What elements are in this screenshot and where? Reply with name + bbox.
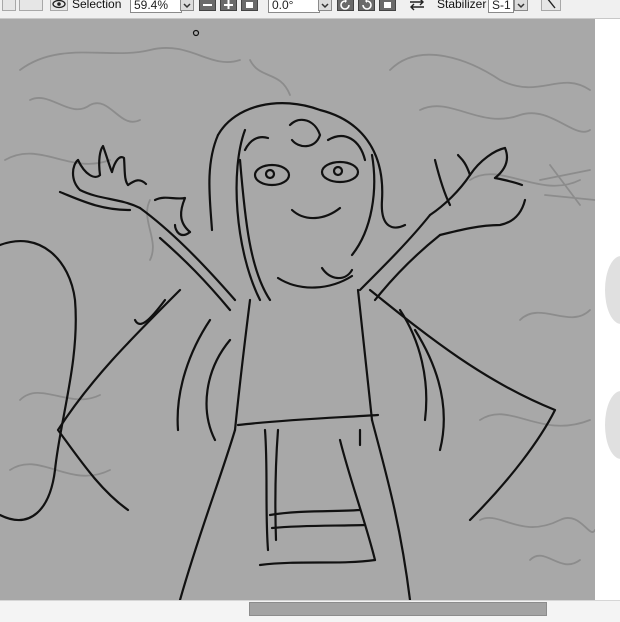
flip-button[interactable]: [407, 0, 427, 11]
stabilizer-label: Stabilizer: [437, 0, 487, 11]
zoom-in-button[interactable]: [220, 0, 237, 11]
drawing-canvas[interactable]: [0, 19, 595, 600]
side-panel-shapes: [605, 256, 620, 459]
square-icon: [246, 2, 253, 8]
zoom-fit-button[interactable]: [241, 0, 258, 11]
stabilizer-field[interactable]: S-1: [488, 0, 514, 13]
chevron-down-icon: [517, 3, 525, 9]
side-panel-edge: [595, 19, 620, 600]
pen-icon: [547, 0, 556, 9]
eye-button[interactable]: [50, 0, 68, 11]
pen-tool-button[interactable]: [541, 0, 561, 11]
zoom-field[interactable]: 59.4%: [130, 0, 182, 13]
chevron-down-icon: [321, 3, 329, 9]
chevron-down-icon: [183, 3, 191, 9]
sketch-artwork: [0, 29, 595, 600]
eye-icon: [52, 0, 66, 9]
rotate-left-icon: [340, 0, 350, 10]
rotate-left-button[interactable]: [337, 0, 354, 11]
stabilizer-dropdown[interactable]: [514, 0, 528, 11]
plus-icon: [224, 0, 233, 9]
rotation-field[interactable]: 0.0°: [268, 0, 320, 13]
rotate-right-icon: [362, 0, 372, 10]
toolbar-button-2[interactable]: [19, 0, 43, 11]
zoom-dropdown[interactable]: [180, 0, 194, 11]
flip-icon: [410, 0, 424, 11]
square-icon: [384, 2, 391, 8]
toolbar-button-1[interactable]: [2, 0, 16, 11]
horizontal-scrollbar-thumb[interactable]: [249, 602, 547, 616]
rotate-right-button[interactable]: [358, 0, 375, 11]
minus-icon: [203, 4, 212, 6]
rotation-dropdown[interactable]: [318, 0, 332, 11]
zoom-out-button[interactable]: [199, 0, 216, 11]
selection-label: Selection: [72, 0, 122, 11]
canvas-toolbar: Selection 59.4% 0.0° Stabilizer S-1: [0, 0, 620, 19]
reset-rotation-button[interactable]: [379, 0, 396, 11]
